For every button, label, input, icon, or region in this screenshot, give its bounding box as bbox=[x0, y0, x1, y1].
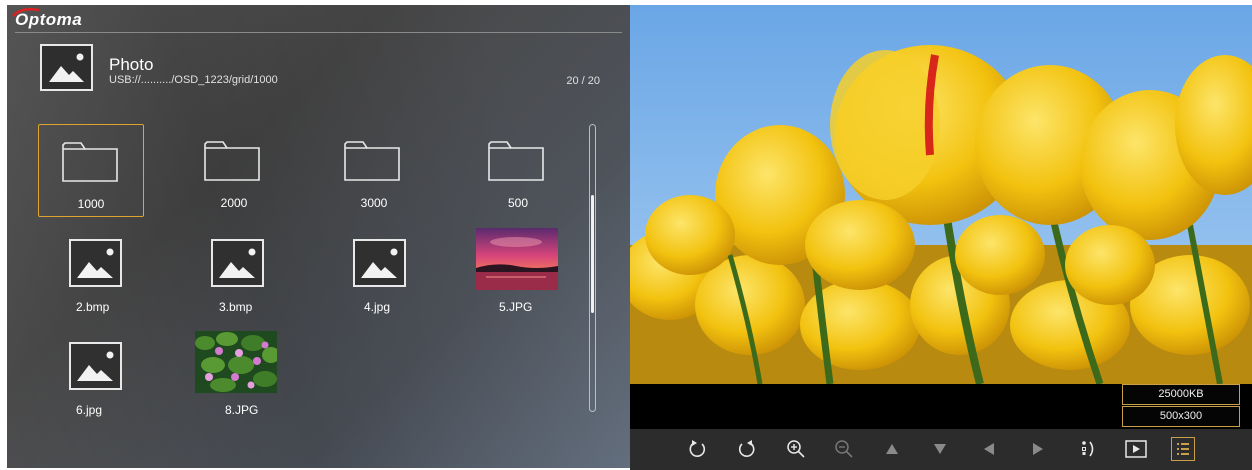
grid-item-label: 2000 bbox=[220, 196, 248, 210]
scrollbar[interactable] bbox=[589, 124, 596, 412]
grid-item-folder-500[interactable]: 500 bbox=[465, 124, 571, 217]
file-browser-panel: Optoma Photo USB://........../OSD_1223/g… bbox=[7, 5, 630, 468]
grid-item-label: 2.bmp bbox=[76, 300, 110, 314]
rotate-left-icon[interactable] bbox=[686, 437, 710, 461]
grid-item-label: 4.jpg bbox=[364, 300, 391, 314]
pan-down-icon[interactable] bbox=[928, 437, 952, 461]
file-size-label: 25000KB bbox=[1122, 384, 1240, 405]
pan-up-icon[interactable] bbox=[880, 437, 904, 461]
grid-item-image-2bmp[interactable]: 2.bmp bbox=[64, 228, 170, 321]
image-icon bbox=[348, 236, 410, 290]
page-title: Photo bbox=[109, 55, 154, 74]
flowers-thumbnail bbox=[195, 331, 277, 393]
zoom-out-icon[interactable] bbox=[832, 437, 856, 461]
grid-item-image-4jpg[interactable]: 4.jpg bbox=[348, 228, 454, 321]
grid-item-label: 6.jpg bbox=[76, 403, 103, 417]
grid-item-folder-1000[interactable]: 1000 bbox=[38, 124, 144, 217]
rotate-right-icon[interactable] bbox=[734, 437, 758, 461]
folder-icon bbox=[485, 132, 547, 186]
grid-item-label: 500 bbox=[507, 196, 529, 210]
grid-item-folder-3000[interactable]: 3000 bbox=[321, 124, 427, 217]
grid-item-label: 1000 bbox=[77, 197, 105, 211]
swap-icon[interactable] bbox=[1076, 437, 1100, 461]
folder-icon bbox=[59, 133, 121, 187]
image-icon bbox=[64, 339, 126, 393]
image-icon bbox=[206, 236, 268, 290]
slideshow-icon[interactable] bbox=[1124, 437, 1148, 461]
photo-preview bbox=[630, 5, 1252, 384]
resolution-label: 500x300 bbox=[1122, 406, 1240, 427]
item-counter: 20 / 20 bbox=[566, 75, 600, 87]
scrollbar-thumb[interactable] bbox=[591, 195, 594, 313]
grid-item-label: 8.JPG bbox=[225, 403, 259, 417]
folder-icon bbox=[341, 132, 403, 186]
grid-item-label: 3000 bbox=[360, 196, 388, 210]
info-list-icon[interactable] bbox=[1171, 437, 1195, 461]
brand-logo: Optoma bbox=[15, 10, 83, 29]
grid-item-label: 3.bmp bbox=[219, 300, 253, 314]
image-icon bbox=[64, 236, 126, 290]
folder-icon bbox=[201, 132, 263, 186]
image-icon bbox=[40, 44, 93, 91]
pan-right-icon[interactable] bbox=[1026, 437, 1050, 461]
grid-item-image-6jpg[interactable]: 6.jpg bbox=[64, 331, 170, 424]
grid-item-image-3bmp[interactable]: 3.bmp bbox=[206, 228, 312, 321]
viewer-toolbar bbox=[630, 429, 1252, 470]
zoom-in-icon[interactable] bbox=[784, 437, 808, 461]
grid-item-image-5jpg[interactable]: 5.JPG bbox=[476, 228, 582, 321]
breadcrumb-path: USB://........../OSD_1223/grid/1000 bbox=[109, 74, 278, 86]
grid-item-image-8jpg[interactable]: 8.JPG bbox=[195, 331, 301, 424]
sunset-thumbnail bbox=[476, 228, 558, 290]
grid-item-folder-2000[interactable]: 2000 bbox=[181, 124, 287, 217]
pan-left-icon[interactable] bbox=[977, 437, 1001, 461]
header-divider bbox=[15, 32, 622, 33]
